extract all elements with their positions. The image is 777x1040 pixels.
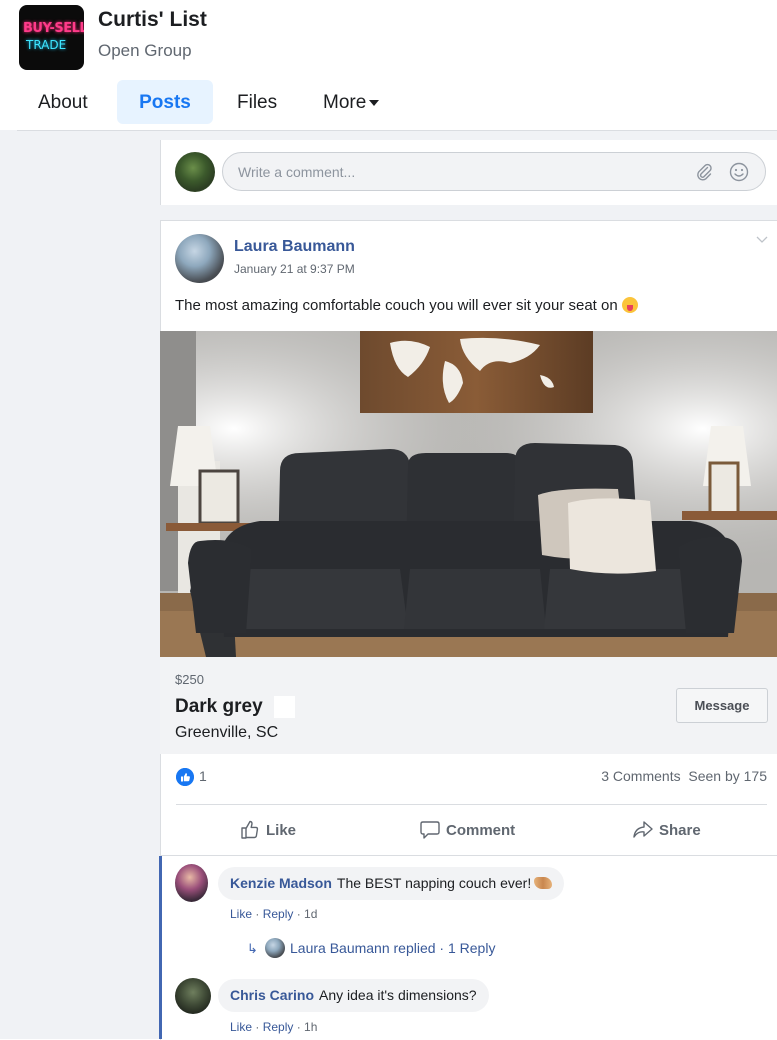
group-title[interactable]: Curtis' List [98,8,207,32]
like-reaction-icon[interactable] [176,768,194,786]
group-tabs: About Posts Files More [0,80,777,126]
logo-text-trade: TRADE [26,38,67,52]
comment-bubble: Chris Carino Any idea it's dimensions? [218,979,489,1012]
tab-about[interactable]: About [38,80,88,124]
comment-thread-indicator [159,856,162,1039]
commenter-name[interactable]: Chris Carino [230,987,314,1003]
comment-age[interactable]: 1d [304,907,317,921]
left-gutter [17,131,157,1039]
current-user-avatar[interactable] [175,152,215,192]
comment-reply-link[interactable]: Reply [263,907,294,921]
listing-title-redaction [274,696,295,718]
group-header: BUY-SELL TRADE Curtis' List Open Group [0,0,777,80]
like-button-label: Like [266,822,297,839]
reply-author-avatar [265,938,285,958]
commenter-name[interactable]: Kenzie Madson [230,875,332,891]
share-button[interactable]: Share [633,820,701,839]
comment-bubble: Kenzie Madson The BEST napping couch ever… [218,867,565,900]
commenter-avatar[interactable] [175,978,211,1014]
tab-posts[interactable]: Posts [117,80,213,124]
like-button[interactable]: Like [240,820,296,839]
listing-photo[interactable] [160,331,777,657]
share-button-label: Share [659,822,701,839]
tab-more-label: More [323,92,367,113]
listing-price: $250 [175,672,204,687]
divider [176,804,767,805]
paperclip-icon[interactable] [695,163,713,181]
tab-files[interactable]: Files [237,80,277,124]
comments-seen-summary[interactable]: 3 Comments Seen by 175 [601,768,767,784]
listing-location: Greenville, SC [175,724,279,741]
reply-arrow-icon: ↳ [247,941,258,956]
comment-like-link[interactable]: Like [230,907,252,921]
comment-text: The BEST napping couch ever! [336,875,532,891]
post-text-body: The most amazing comfortable couch you w… [175,297,618,314]
comment-input-placeholder: Write a comment... [238,164,356,180]
post-text: The most amazing comfortable couch you w… [175,297,638,314]
comment-button-label: Comment [446,822,516,839]
comment-meta: Like · Reply · 1h [230,1020,318,1034]
comment-like-link[interactable]: Like [230,1020,252,1034]
chevron-down-icon[interactable] [756,236,768,244]
group-privacy-type: Open Group [98,41,192,60]
replies-summary: Laura Baumann replied · 1 Reply [290,940,496,956]
smiley-icon[interactable] [729,162,749,182]
comment-reply-link[interactable]: Reply [263,1020,294,1034]
comment-button[interactable]: Comment [420,820,515,839]
comment-age[interactable]: 1h [304,1020,317,1034]
listing-title[interactable]: Dark grey [175,696,263,718]
share-arrow-icon [633,821,653,838]
commenter-avatar[interactable] [175,864,208,902]
view-replies-link[interactable]: ↳ Laura Baumann replied · 1 Reply [247,938,495,958]
comment-meta: Like · Reply · 1d [230,907,318,921]
logo-text-buy-sell: BUY-SELL [23,21,84,36]
group-logo[interactable]: BUY-SELL TRADE [19,5,84,70]
tab-more[interactable]: More [323,80,380,124]
post-timestamp[interactable]: January 21 at 9:37 PM [234,262,355,276]
caret-down-icon [369,99,380,106]
tongue-emoji-icon [621,297,638,313]
clap-emoji-icon [534,877,553,889]
message-button[interactable]: Message [676,688,768,723]
post-author-avatar[interactable] [175,234,224,283]
comment-text: Any idea it's dimensions? [319,987,477,1003]
comment-bubble-icon [420,821,440,839]
reaction-count[interactable]: 1 [199,768,207,784]
comment-input[interactable]: Write a comment... [222,152,766,191]
thumbs-up-icon [241,820,259,839]
post-author-name[interactable]: Laura Baumann [234,238,355,256]
